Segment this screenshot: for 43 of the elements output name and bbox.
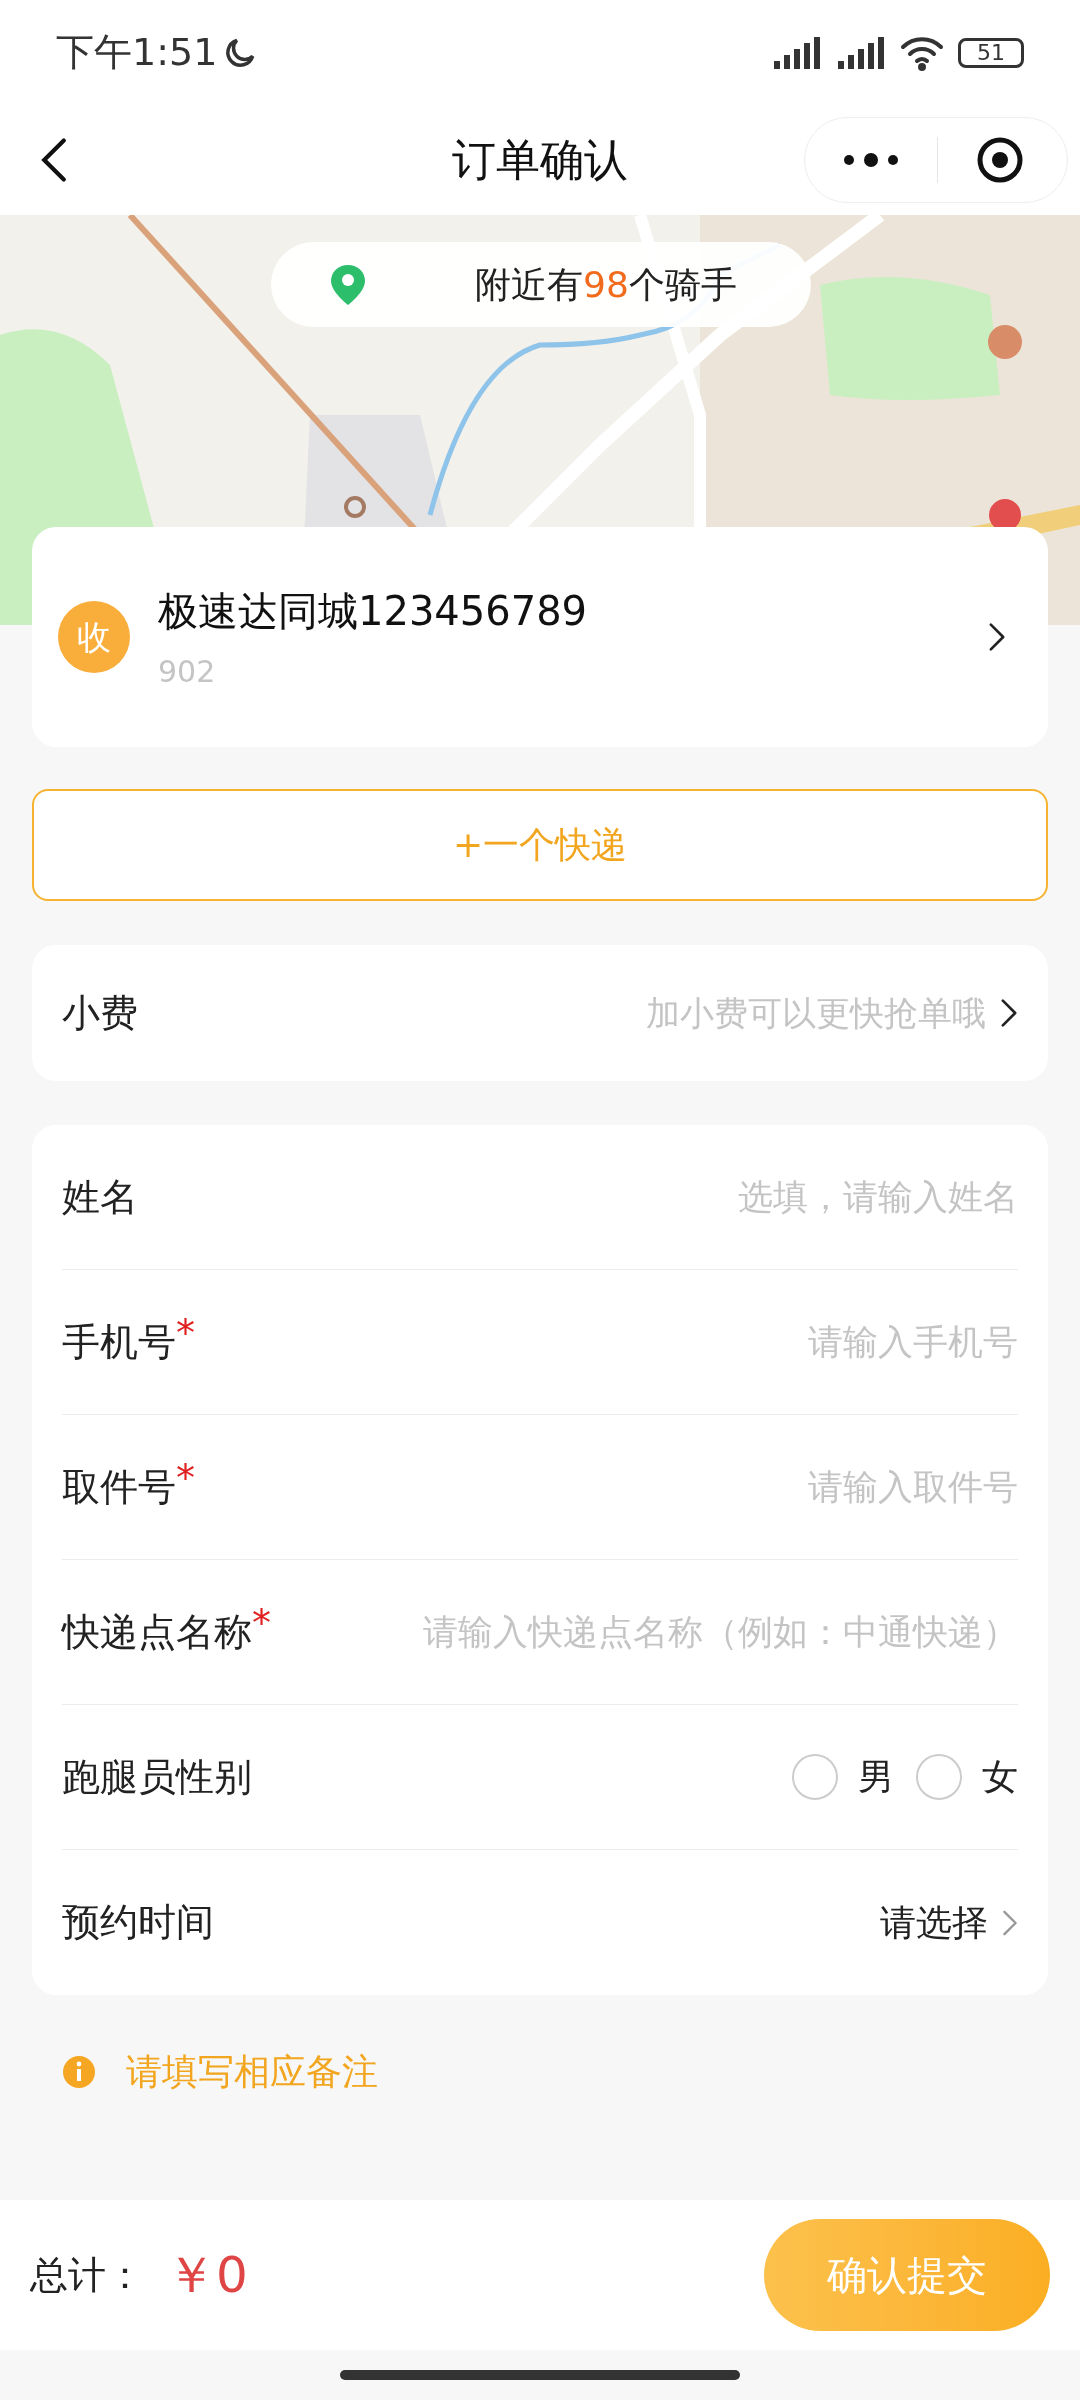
status-time: 下午1:51 [56, 29, 218, 76]
receiver-detail: 902 [158, 652, 217, 691]
tip-row[interactable]: 小费 加小费可以更快抢单哦 [32, 945, 1048, 1081]
receiver-name: 极速达同城123456789 [158, 586, 589, 636]
signal-icon [836, 34, 886, 71]
radio-label: 女 [982, 1755, 1018, 1799]
tip-label: 小费 [62, 989, 138, 1037]
riders-nearby-text: 附近有98个骑手 [475, 262, 737, 307]
select-value[interactable]: 请选择 [880, 1895, 988, 1950]
required-mark: * [252, 1604, 271, 1642]
input-field[interactable]: 选填，请输入姓名 [158, 1170, 1018, 1224]
input-field[interactable]: 请输入取件号 [215, 1460, 1018, 1514]
required-mark: * [176, 1314, 195, 1352]
field-label: 跑腿员性别 [62, 1753, 252, 1801]
chevron-right-icon [1002, 1908, 1018, 1937]
radio-button[interactable] [916, 1754, 962, 1800]
field-label: 手机号 [62, 1318, 176, 1366]
target-icon[interactable] [976, 136, 1024, 184]
receiver-card[interactable]: 收 极速达同城123456789 902 [32, 527, 1048, 747]
wifi-icon [900, 34, 944, 71]
input-field[interactable]: 请输入手机号 [215, 1315, 1018, 1369]
back-icon[interactable] [40, 136, 68, 184]
field-label: 快递点名称 [62, 1608, 252, 1656]
field-label: 预约时间 [62, 1899, 214, 1946]
field-label: 取件号 [62, 1463, 176, 1511]
radio-button[interactable] [792, 1754, 838, 1800]
note-text: 请填写相应备注 [126, 2050, 378, 2094]
page-title: 订单确认 [452, 133, 628, 187]
location-pin-icon [329, 262, 367, 307]
info-icon [62, 2055, 96, 2089]
radio-label: 男 [858, 1755, 894, 1799]
input-field[interactable]: 请输入快递点名称（例如：中通快递） [291, 1605, 1018, 1659]
required-mark: * [176, 1459, 195, 1497]
total-amount: ￥0 [166, 2244, 248, 2306]
chevron-right-icon [988, 622, 1006, 652]
total-label: 总计： [30, 2251, 144, 2299]
more-icon[interactable] [843, 153, 899, 167]
battery-icon: 51 [958, 37, 1024, 68]
tip-placeholder: 加小费可以更快抢单哦 [646, 991, 986, 1035]
chevron-right-icon [1000, 998, 1018, 1028]
field-label: 姓名 [62, 1173, 138, 1221]
signal-icon [772, 34, 822, 71]
receiver-badge: 收 [58, 601, 130, 673]
